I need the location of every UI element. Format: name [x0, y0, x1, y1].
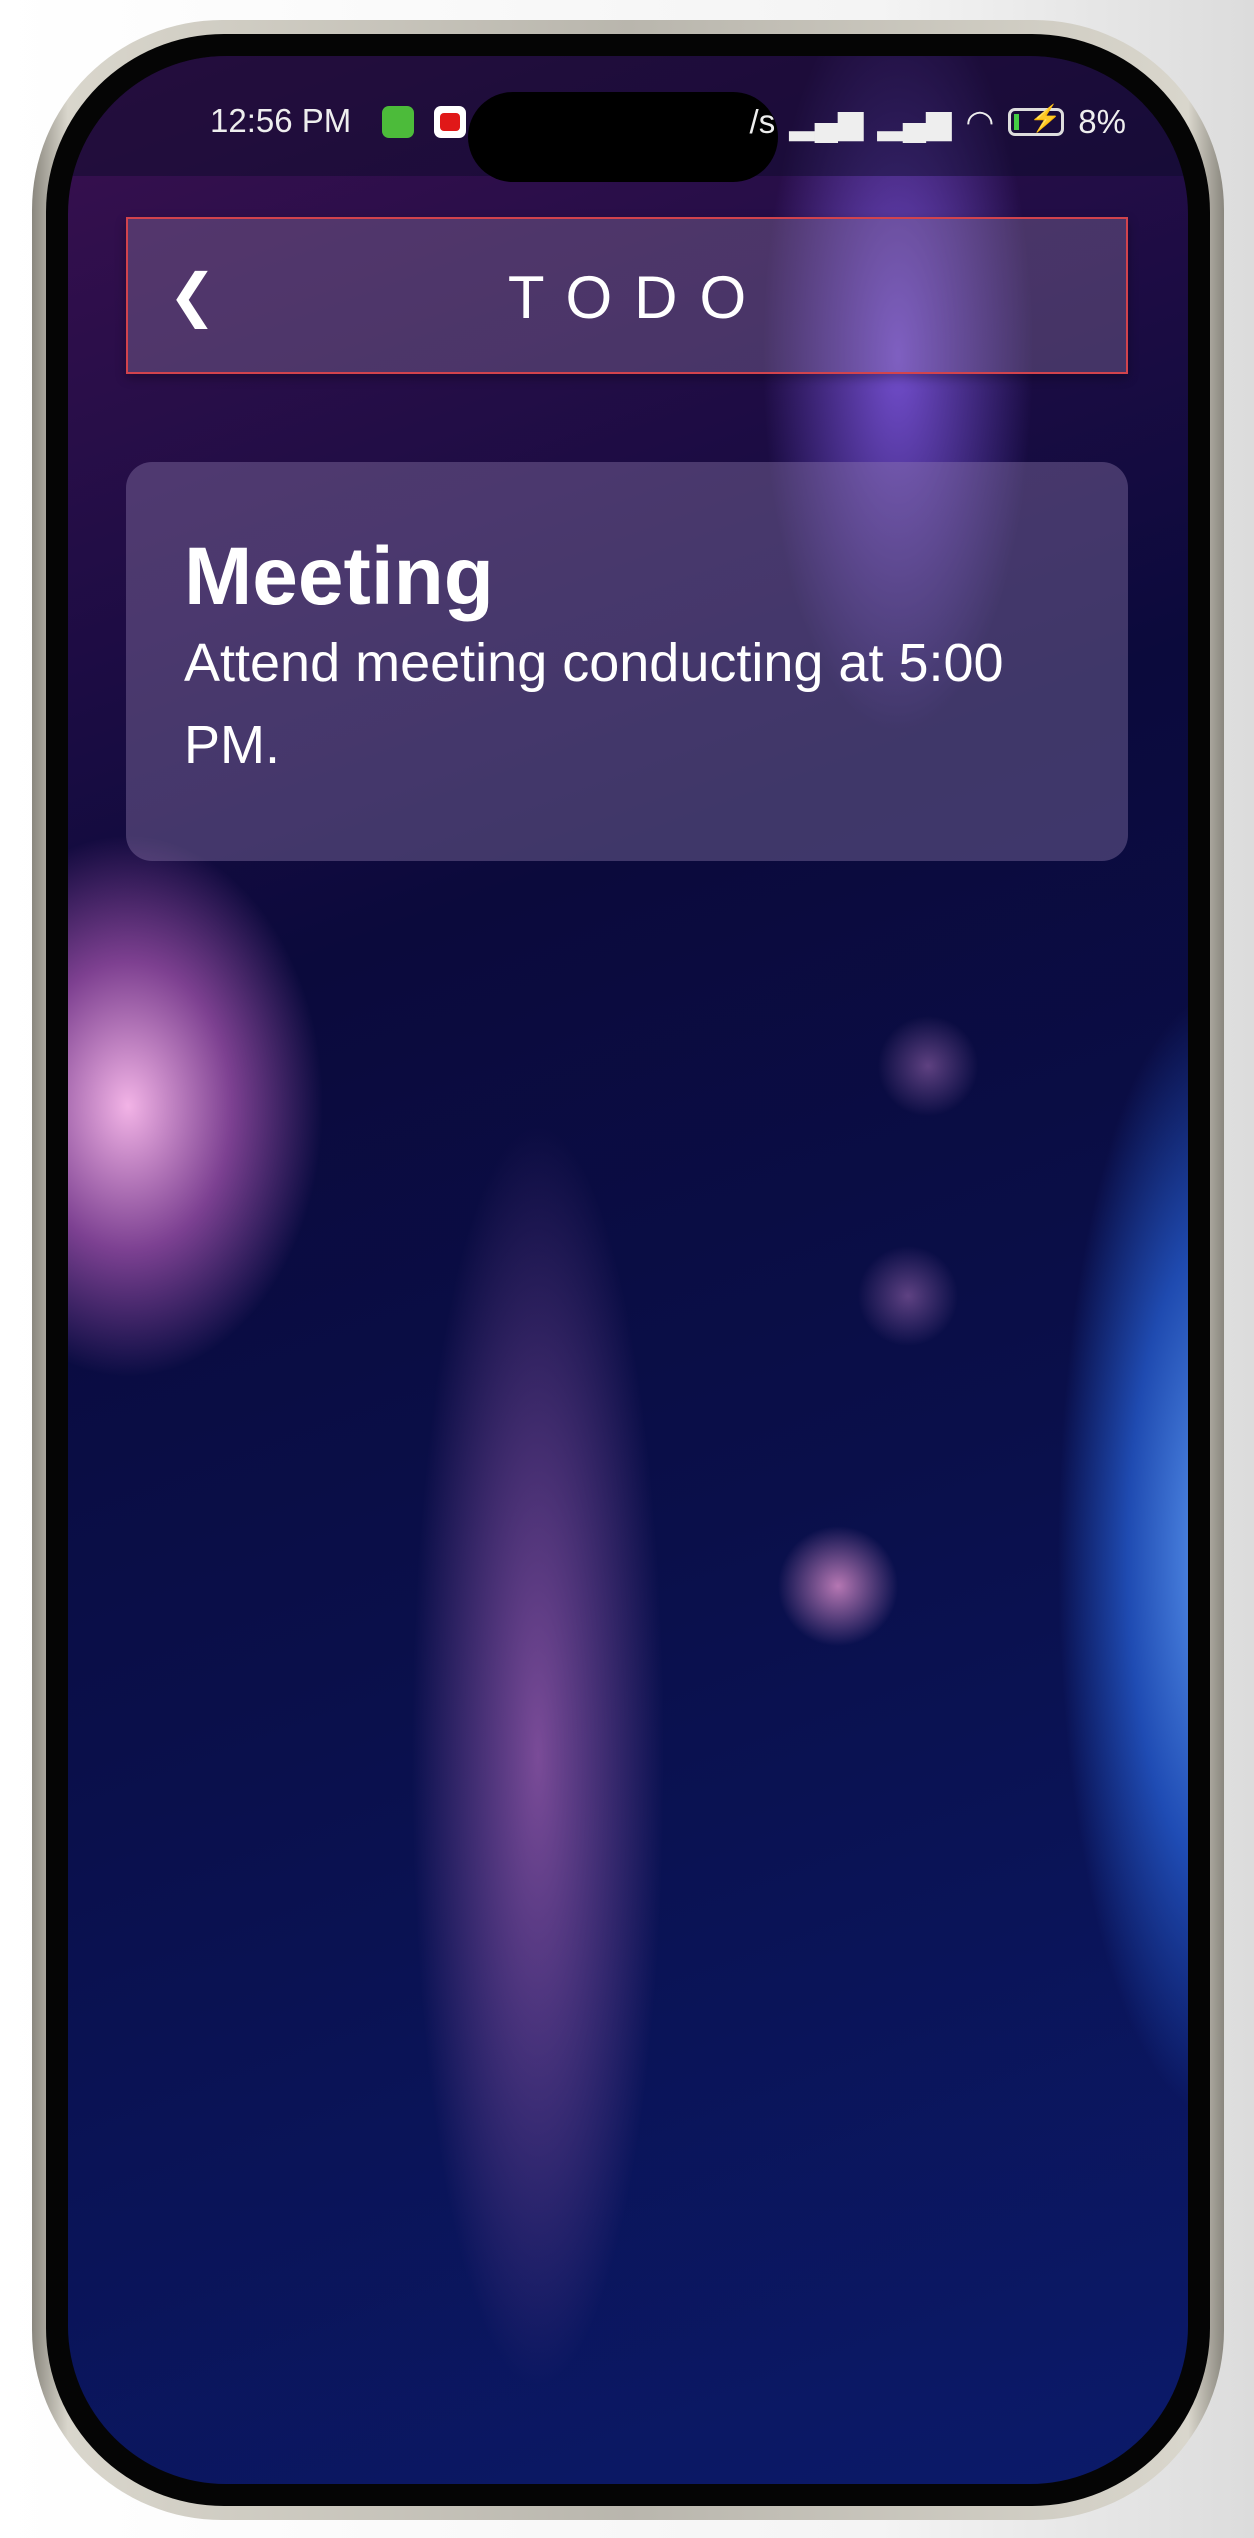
status-bar: 12:56 PM /s ▂▄▆ ▂▄▆ ◠ ⚡ 8%: [68, 56, 1188, 182]
battery-percent: 8%: [1078, 102, 1126, 140]
phone-frame: 12:56 PM /s ▂▄▆ ▂▄▆ ◠ ⚡ 8% ❮ TODO Meetin…: [32, 20, 1224, 2520]
app-header: ❮ TODO: [126, 217, 1128, 374]
battery-icon: ⚡: [1008, 103, 1065, 136]
screen: 12:56 PM /s ▂▄▆ ▂▄▆ ◠ ⚡ 8% ❮ TODO Meetin…: [68, 56, 1188, 2484]
wifi-icon: ◠: [965, 103, 995, 140]
app-notification-icon: [382, 106, 414, 138]
dynamic-island: [468, 92, 778, 182]
signal-icon-2: ▂▄▆: [877, 103, 952, 140]
signal-icon: ▂▄▆: [789, 103, 864, 140]
network-speed: /s: [749, 102, 776, 140]
todo-card[interactable]: Meeting Attend meeting conducting at 5:0…: [126, 462, 1128, 861]
todo-title: Meeting: [184, 531, 494, 622]
status-time: 12:56 PM: [210, 102, 352, 139]
todo-description: Attend meeting conducting at 5:00 PM.: [184, 633, 1004, 775]
youtube-icon: [434, 106, 466, 138]
page-title: TODO: [507, 264, 769, 331]
